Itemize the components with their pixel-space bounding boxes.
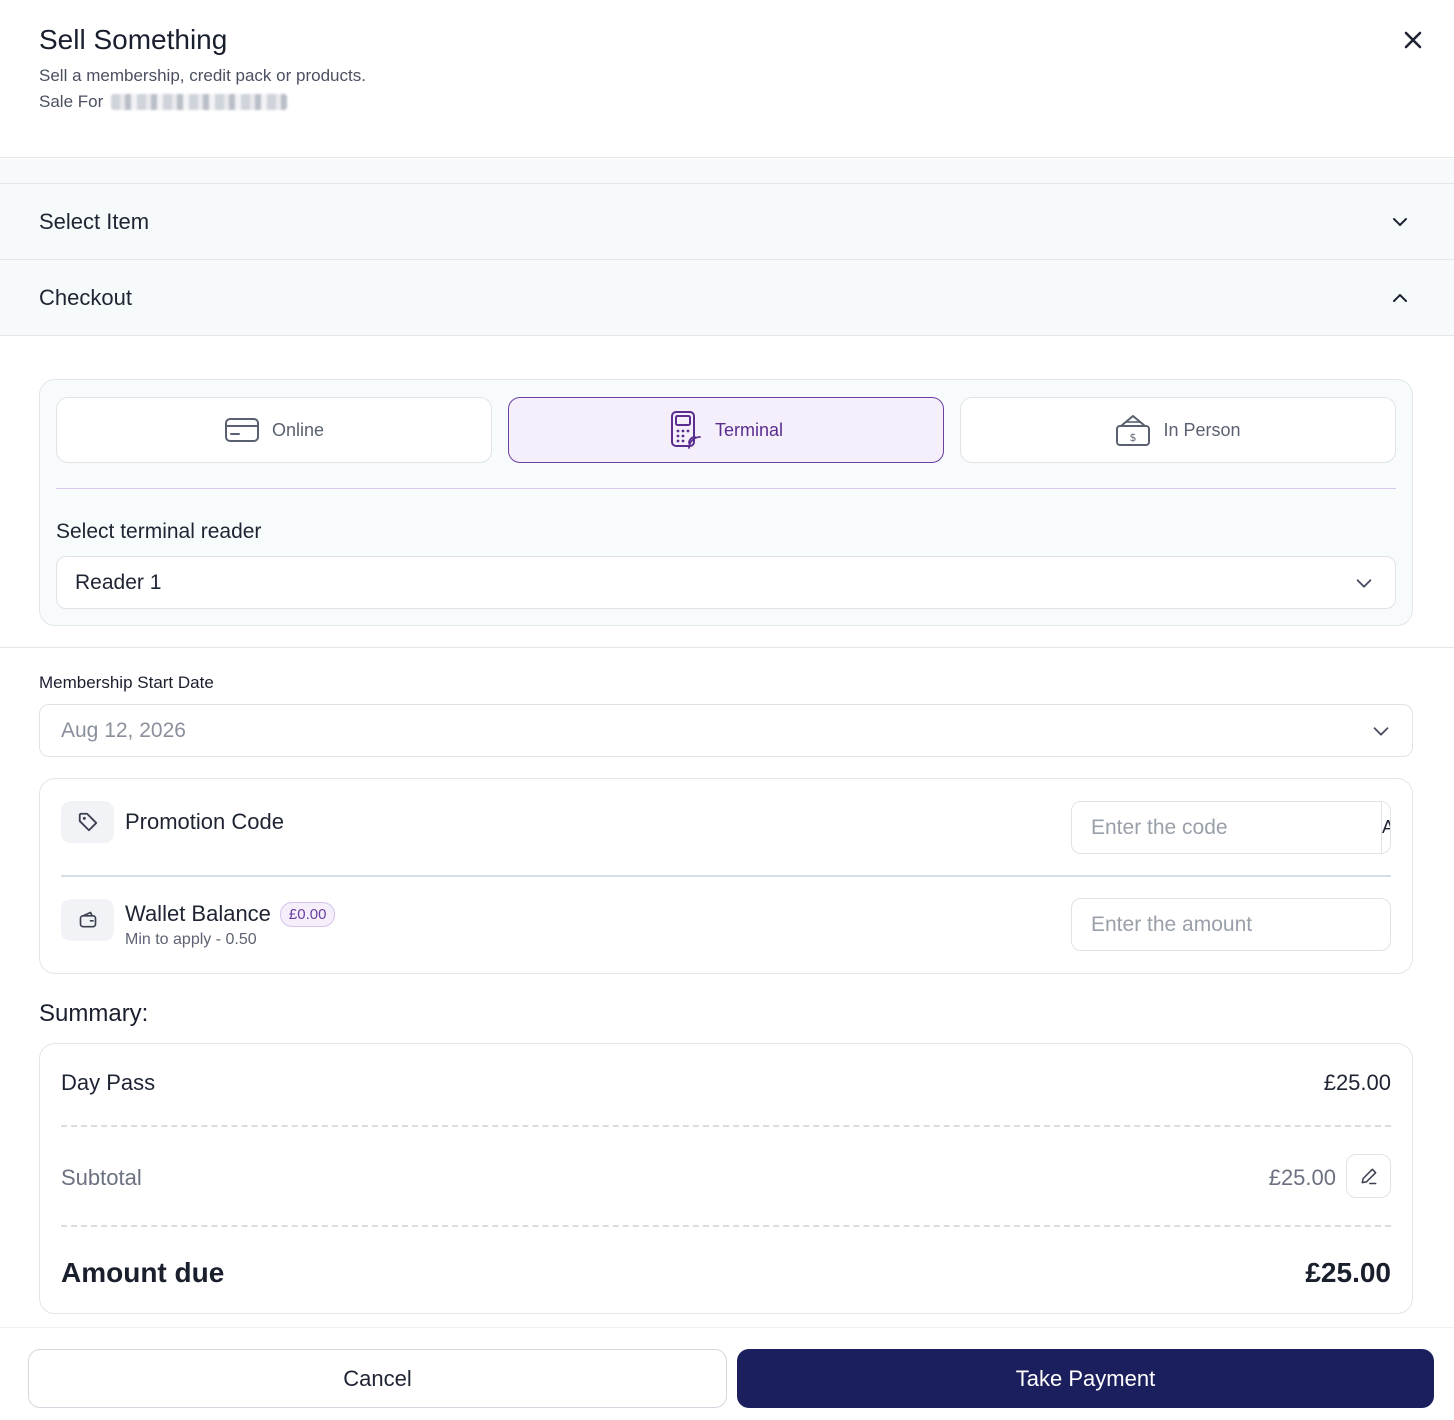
modal-subtitle: Sell a membership, credit pack or produc… [39,66,366,85]
take-payment-button[interactable]: Take Payment [737,1349,1434,1408]
discounts-panel: Promotion Code Apply Wallet Balance £0.0… [39,778,1413,974]
method-online-label: Online [271,419,325,440]
method-terminal-button[interactable]: Terminal [508,397,944,463]
amount-due-label: Amount due [61,1257,225,1288]
promo-icon-tile [61,801,114,843]
cancel-button[interactable]: Cancel [28,1349,727,1408]
summary-panel: Day Pass £25.00 Subtotal £25.00 Amount d… [39,1043,1413,1314]
sale-for-label: Sale For [39,92,104,111]
wallet-balance: Wallet Balance £0.00 [125,901,336,927]
edit-subtotal-button[interactable] [1346,1154,1391,1198]
subtotal-value: £25.00 [1268,1165,1336,1190]
terminal-reader-select[interactable]: Reader 1 [56,556,1396,609]
promotion-code-label: Promotion Code [125,809,284,834]
membership-start-date-value: Aug 12, 2026 [61,718,186,742]
summary-item-price: £25.00 [1323,1070,1391,1095]
method-terminal-label: Terminal [714,419,784,440]
sale-for: Sale For [39,92,288,112]
method-in-person-label: In Person [1163,419,1241,440]
accordion-select-item-label: Select Item [39,208,150,234]
method-online-button[interactable]: Online [56,397,492,463]
section-divider [0,647,1454,648]
close-button[interactable] [1396,23,1430,57]
method-divider [56,488,1396,489]
membership-start-date-label: Membership Start Date [39,673,214,692]
svg-text:$: $ [1130,431,1137,444]
chevron-up-icon [1393,294,1407,302]
wallet-balance-label: Wallet Balance [125,901,271,926]
accordion-select-item[interactable]: Select Item [0,184,1454,260]
wallet-amount-input[interactable] [1071,898,1391,951]
summary-item-name: Day Pass [61,1070,156,1095]
wallet-icon-tile [61,899,114,941]
promotion-code-group: Apply [1071,801,1391,854]
accordion-checkout-label: Checkout [39,284,132,310]
wallet-icon [79,911,96,928]
subtotal-label: Subtotal [61,1165,142,1190]
summary-divider [61,1225,1391,1227]
apply-code-button[interactable]: Apply [1381,802,1390,853]
promo-divider [61,875,1391,877]
redacted-customer-name [111,94,288,110]
wallet-balance-badge: £0.00 [279,901,336,927]
terminal-reader-value: Reader 1 [75,570,162,594]
wallet-min-hint: Min to apply - 0.50 [125,931,257,948]
header-spacer [0,159,1454,184]
chevron-down-icon [1373,727,1389,736]
tag-icon [78,812,97,832]
cash-icon: $ [1116,415,1151,446]
close-icon [1404,31,1422,49]
summary-title: Summary: [39,1000,149,1027]
modal-footer: Cancel Take Payment [0,1327,1454,1420]
modal-header: Sell Something Sell a membership, credit… [0,0,1454,158]
chevron-down-icon [1356,579,1372,588]
accordion-checkout[interactable]: Checkout [0,260,1454,336]
card-terminal-icon [670,411,701,449]
pencil-icon [1361,1168,1376,1185]
modal-title: Sell Something [39,24,228,55]
credit-card-icon [224,418,259,442]
membership-start-date-select[interactable]: Aug 12, 2026 [39,704,1413,757]
terminal-reader-label: Select terminal reader [56,520,262,543]
promotion-code-input[interactable] [1072,802,1381,853]
chevron-down-icon [1393,218,1407,226]
payment-method-panel: Online Terminal $ In Person Select termi… [39,379,1413,626]
method-in-person-button[interactable]: $ In Person [960,397,1396,463]
amount-due-value: £25.00 [1305,1257,1391,1288]
summary-divider [61,1125,1391,1127]
